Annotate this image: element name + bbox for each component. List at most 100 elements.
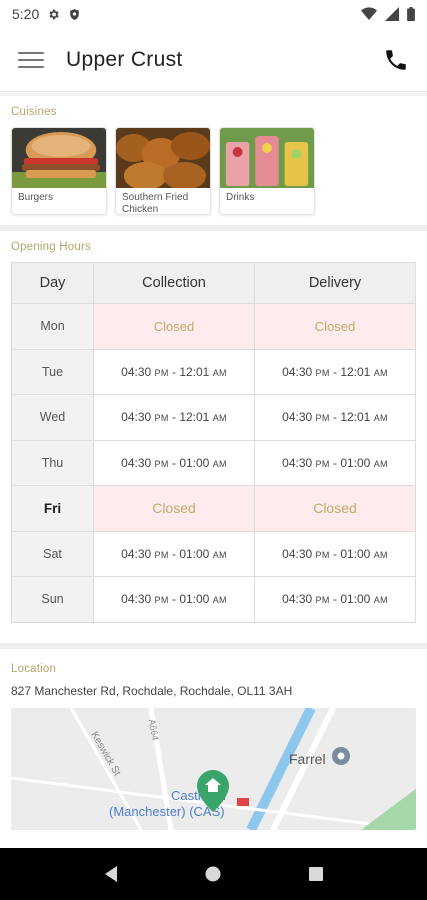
menu-line	[18, 58, 44, 61]
close-time: 12:01	[179, 410, 210, 425]
open-time: 04:30	[121, 364, 152, 379]
am-suffix: AM	[212, 595, 227, 606]
phone-icon[interactable]	[383, 47, 409, 73]
am-suffix: AM	[373, 413, 388, 424]
page-title: Upper Crust	[66, 47, 183, 71]
fried-chicken-image	[116, 128, 210, 188]
open-time: 04:30	[121, 546, 152, 561]
table-row: Sun 04:30 PM - 01:00 AM 04:30 PM - 01:00 A…	[11, 576, 416, 623]
cuisines-section: Cuisines Burgers Southern Fried Chicken …	[0, 96, 427, 225]
map-place-label: Farrel	[289, 751, 326, 767]
map-view[interactable]: Keswick St A664 Farrel Castleton (Manche…	[11, 707, 416, 830]
address-text: 827 Manchester Rd, Rochdale, Rochdale, O…	[11, 683, 293, 698]
open-time: 04:30	[121, 592, 152, 607]
cuisine-card-burgers[interactable]: Burgers	[11, 127, 107, 215]
pm-suffix: PM	[315, 458, 330, 469]
table-row: Wed 04:30 PM - 12:01 AM 04:30 PM - 12:01 A…	[11, 394, 416, 441]
am-suffix: AM	[212, 413, 227, 424]
pm-suffix: PM	[315, 595, 330, 606]
am-suffix: AM	[373, 595, 388, 606]
table-row: Sat 04:30 PM - 01:00 AM 04:30 PM - 01:00 A…	[11, 530, 416, 577]
system-nav-bar	[0, 848, 427, 900]
shield-icon	[70, 8, 80, 20]
delivery-closed-cell: Closed	[254, 303, 416, 350]
collection-hours-cell: 04:30 PM - 01:00 AM	[93, 530, 255, 577]
open-time: 04:30	[282, 592, 313, 607]
map-place-marker-dot	[337, 752, 345, 759]
open-time: 04:30	[121, 410, 152, 425]
am-suffix: AM	[373, 549, 388, 560]
signal-icon	[385, 7, 399, 21]
day-cell: Mon	[11, 303, 94, 350]
status-left: 5:20	[12, 6, 81, 22]
day-cell: Thu	[11, 439, 94, 486]
table-row: Fri Closed Closed	[11, 485, 416, 532]
table-header-row: Day Collection Delivery	[11, 262, 416, 304]
collection-closed-cell: Closed	[93, 485, 255, 532]
burger-image	[12, 128, 106, 188]
opening-hours-table: Day Collection Delivery Mon Closed Closed T…	[11, 262, 416, 623]
am-suffix: AM	[373, 367, 388, 378]
cuisine-list: Burgers Southern Fried Chicken Drinks	[11, 127, 416, 215]
cuisines-label: Cuisines	[11, 106, 57, 118]
recents-icon[interactable]	[306, 864, 326, 884]
delivery-hours-cell: 04:30 PM - 01:00 AM	[254, 439, 416, 486]
close-time: 01:00	[340, 592, 371, 607]
am-suffix: AM	[212, 367, 227, 378]
pm-suffix: PM	[154, 595, 169, 606]
header-delivery: Delivery	[254, 262, 416, 304]
collection-hours-cell: 04:30 PM - 12:01 AM	[93, 394, 255, 441]
open-time: 04:30	[121, 455, 152, 470]
drinks-image	[220, 128, 314, 188]
pm-suffix: PM	[154, 458, 169, 469]
close-time: 01:00	[179, 546, 210, 561]
pm-suffix: PM	[315, 413, 330, 424]
close-time: 01:00	[340, 455, 371, 470]
pm-suffix: PM	[154, 367, 169, 378]
collection-hours-cell: 04:30 PM - 01:00 AM	[93, 439, 255, 486]
menu-line	[18, 51, 44, 54]
wifi-icon	[361, 7, 377, 20]
table-row: Tue 04:30 PM - 12:01 AM 04:30 PM - 12:01 A…	[11, 348, 416, 395]
close-time: 12:01	[340, 410, 371, 425]
delivery-hours-cell: 04:30 PM - 01:00 AM	[254, 530, 416, 577]
close-time: 12:01	[179, 364, 210, 379]
cuisine-card-drinks[interactable]: Drinks	[219, 127, 315, 215]
pm-suffix: PM	[315, 367, 330, 378]
table-row: Thu 04:30 PM - 01:00 AM 04:30 PM - 01:00 A…	[11, 439, 416, 486]
delivery-hours-cell: 04:30 PM - 12:01 AM	[254, 394, 416, 441]
map-canvas: Keswick St A664 Farrel Castleton (Manche…	[11, 707, 416, 830]
open-time: 04:30	[282, 410, 313, 425]
cuisine-card-southern-fried-chicken[interactable]: Southern Fried Chicken	[115, 127, 211, 215]
back-icon[interactable]	[101, 864, 121, 884]
day-cell: Sun	[11, 576, 94, 623]
header-collection: Collection	[93, 262, 255, 304]
header-day: Day	[11, 262, 94, 304]
location-section: Location 827 Manchester Rd, Rochdale, Ro…	[0, 648, 427, 840]
day-cell: Fri	[11, 485, 94, 532]
cuisine-name: Drinks	[226, 192, 255, 203]
map-place-label: (Manchester) (CAS)	[109, 804, 225, 819]
pm-suffix: PM	[154, 413, 169, 424]
app-bar: Upper Crust	[0, 28, 427, 92]
gear-icon	[49, 9, 59, 19]
am-suffix: AM	[212, 549, 227, 560]
status-right	[361, 7, 415, 21]
cuisine-name: Burgers	[18, 192, 54, 203]
home-icon[interactable]	[203, 864, 223, 884]
opening-hours-label: Opening Hours	[11, 241, 91, 253]
open-time: 04:30	[282, 364, 313, 379]
hamburger-menu-icon[interactable]	[18, 51, 44, 68]
close-time: 01:00	[179, 592, 210, 607]
am-suffix: AM	[373, 458, 388, 469]
battery-icon	[407, 7, 415, 21]
status-bar: 5:20	[0, 0, 427, 28]
delivery-hours-cell: 04:30 PM - 12:01 AM	[254, 348, 416, 395]
table-row: Mon Closed Closed	[11, 303, 416, 350]
collection-closed-cell: Closed	[93, 303, 255, 350]
pm-suffix: PM	[154, 549, 169, 560]
day-cell: Wed	[11, 394, 94, 441]
rail-icon	[237, 797, 249, 806]
delivery-hours-cell: 04:30 PM - 01:00 AM	[254, 576, 416, 623]
delivery-closed-cell: Closed	[254, 485, 416, 532]
